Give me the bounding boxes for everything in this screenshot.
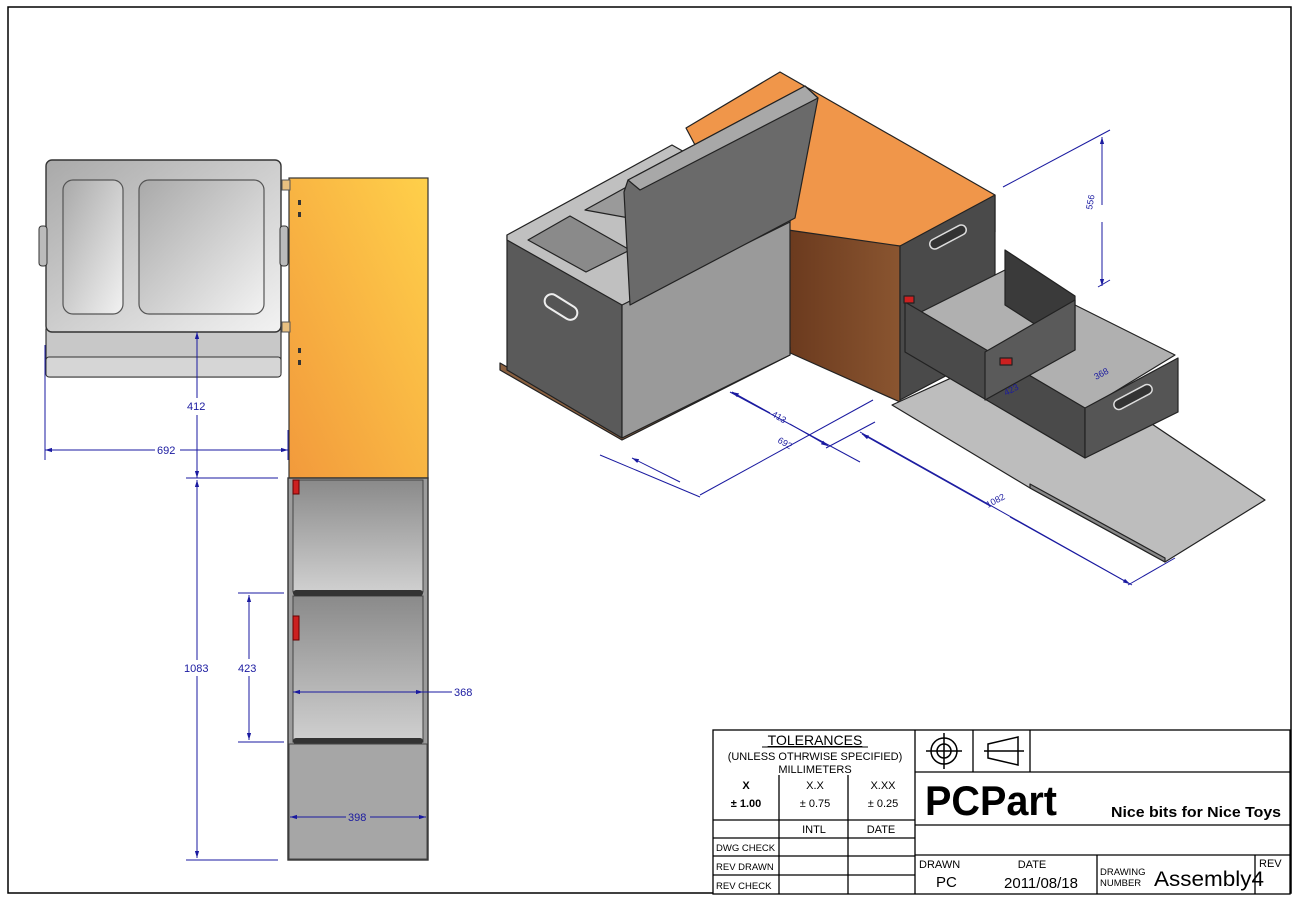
tol-header-xxx: X.XX bbox=[870, 780, 896, 792]
drawer-rail-2 bbox=[293, 738, 423, 744]
rev-label: REV bbox=[1259, 858, 1282, 870]
drawing-number-label-1: DRAWING bbox=[1100, 867, 1146, 878]
iso-latch-red-2 bbox=[999, 357, 1013, 366]
drawing-sheet: 692 412 1083 423 368 398 556 413 692 108… bbox=[7, 6, 1292, 895]
handle-right bbox=[279, 225, 289, 267]
latch-red-2 bbox=[292, 615, 300, 641]
iso-latch-red-1 bbox=[903, 295, 915, 304]
lid-recess-right bbox=[138, 179, 265, 315]
dim-412: 412 bbox=[187, 401, 205, 413]
check-row-rev-drawn: REV DRAWN bbox=[716, 862, 774, 873]
tol-header-x: X bbox=[742, 780, 750, 792]
latch-red-1 bbox=[292, 479, 300, 495]
drawing-number: Assembly4 bbox=[1154, 868, 1264, 891]
dim-423-left: 423 bbox=[238, 663, 256, 675]
iso-brown-side bbox=[787, 229, 901, 403]
isometric-view bbox=[499, 71, 1266, 563]
slide-out-tray bbox=[288, 743, 428, 860]
handle-left bbox=[38, 225, 48, 267]
box-lower-lip bbox=[45, 356, 282, 378]
orange-panel-tab-bottom bbox=[281, 321, 291, 333]
drawer-upper bbox=[292, 479, 424, 593]
screw-hole bbox=[298, 212, 301, 217]
tolerances-heading: TOLERANCES bbox=[768, 732, 863, 748]
check-row-dwg: DWG CHECK bbox=[716, 843, 776, 854]
dim-398: 398 bbox=[348, 812, 366, 824]
dim-1082: 1082 bbox=[984, 492, 1006, 510]
tol-value-x: ± 1.00 bbox=[731, 798, 762, 810]
drawer-rail-1 bbox=[293, 590, 423, 596]
screw-hole bbox=[298, 348, 301, 353]
drawn-value: PC bbox=[936, 874, 957, 891]
lid-recess-left bbox=[62, 179, 124, 315]
dim-692-left: 692 bbox=[157, 445, 175, 457]
dim-1083: 1083 bbox=[184, 663, 208, 675]
units-label: MILLIMETERS bbox=[778, 764, 851, 776]
col-date: DATE bbox=[867, 824, 896, 836]
unless-note: (UNLESS OTHRWISE SPECIFIED) bbox=[728, 751, 903, 763]
top-view bbox=[38, 159, 429, 861]
screw-hole bbox=[298, 200, 301, 205]
col-intl: INTL bbox=[802, 824, 826, 836]
orange-panel-tab-top bbox=[281, 179, 291, 191]
company-name: PCPart bbox=[925, 777, 1057, 824]
date-label: DATE bbox=[1018, 859, 1047, 871]
company-slogan: Nice bits for Nice Toys bbox=[1111, 804, 1281, 821]
tol-value-xxx: ± 0.25 bbox=[868, 798, 899, 810]
drawer-lower bbox=[292, 595, 424, 743]
dim-556: 556 bbox=[1084, 194, 1096, 211]
dim-368-left: 368 bbox=[454, 687, 472, 699]
dim-413: 413 bbox=[770, 409, 788, 425]
date-value: 2011/08/18 bbox=[1004, 875, 1078, 892]
check-row-rev-check: REV CHECK bbox=[716, 881, 772, 892]
dim-692-iso: 692 bbox=[776, 435, 794, 451]
tol-value-xx: ± 0.75 bbox=[800, 798, 831, 810]
orange-panel bbox=[288, 177, 429, 479]
screw-hole bbox=[298, 360, 301, 365]
drawing-number-label-2: NUMBER bbox=[1100, 878, 1141, 889]
drawn-label: DRAWN bbox=[919, 859, 960, 871]
tol-header-xx: X.X bbox=[806, 780, 824, 792]
